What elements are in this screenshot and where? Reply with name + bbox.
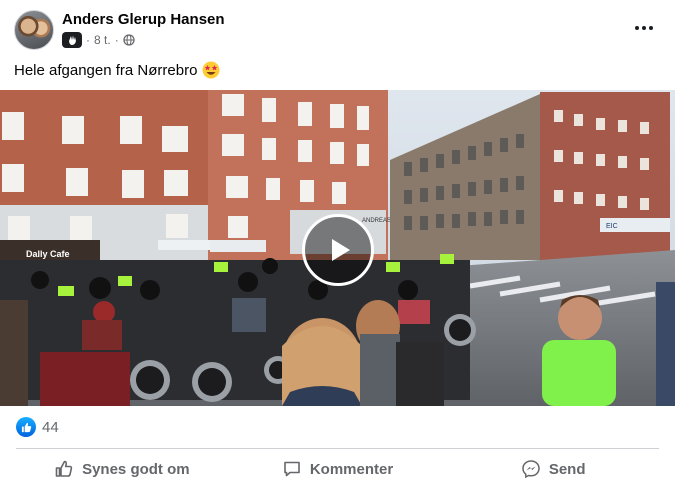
facebook-post: Anders Glerup Hansen · 8 t. · Hele afgan… [0,0,675,488]
post-caption: Hele afgangen fra Nørrebro [14,61,220,79]
avatar[interactable] [14,10,54,50]
comment-button[interactable]: Kommenter [230,452,446,486]
caption-text: Hele afgangen fra Nørrebro [14,61,198,79]
meta-separator: · [86,33,90,47]
post-timestamp[interactable]: 8 t. [94,33,111,47]
post-header: Anders Glerup Hansen · 8 t. · [14,10,664,52]
post-actions: Synes godt om Kommenter Send [14,452,661,486]
video-player[interactable]: Dally Cafe ANDREAS EIC [0,90,675,406]
divider [16,448,659,449]
reaction-summary[interactable]: 44 [16,417,59,437]
storefront-sign-andreas: ANDREAS [362,218,391,224]
author-name[interactable]: Anders Glerup Hansen [62,11,225,28]
like-button[interactable]: Synes godt om [14,452,230,486]
send-button[interactable]: Send [445,452,661,486]
globe-icon [123,34,135,46]
like-icon [16,417,36,437]
post-meta: · 8 t. · [62,31,135,49]
waving-hand-icon[interactable] [62,32,82,48]
play-button[interactable] [302,214,374,286]
storefront-sign-right: EIC [606,223,618,230]
play-icon [332,239,350,261]
send-label: Send [548,460,586,478]
reaction-count[interactable]: 44 [42,419,59,436]
more-options-icon[interactable] [632,18,656,38]
comment-icon [284,461,300,477]
like-label: Synes godt om [82,460,190,478]
messenger-icon [522,460,540,479]
comment-label: Kommenter [309,460,394,478]
meta-separator-2: · [114,33,119,47]
storefront-sign-dally: Dally Cafe [26,249,70,259]
thumbs-up-icon [55,460,73,477]
star-struck-emoji-icon [202,61,220,79]
